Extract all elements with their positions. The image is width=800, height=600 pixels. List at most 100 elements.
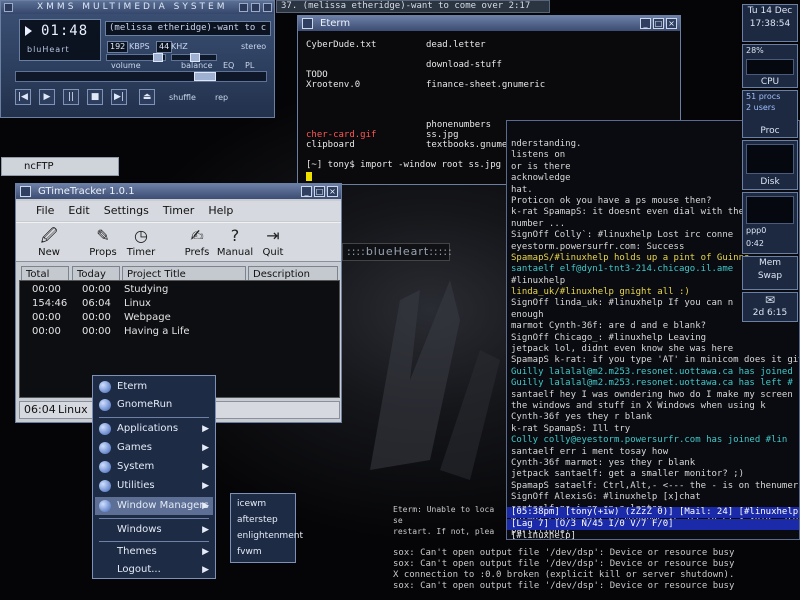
menu-item-system[interactable]: System ▶ bbox=[95, 458, 213, 476]
eterm-title: Eterm bbox=[320, 18, 351, 29]
menu-item-windows[interactable]: Windows ▶ bbox=[95, 521, 213, 539]
gtt-titlebar[interactable]: GTimeTracker 1.0.1 _ □ × bbox=[16, 184, 341, 199]
console-line: sox: Can't open output file '/dev/dsp': … bbox=[393, 581, 735, 591]
quit-button[interactable]: ⇥ Quit bbox=[250, 223, 296, 263]
balance-label: balance bbox=[181, 61, 213, 70]
root-menu[interactable]: Eterm GnomeRun Applications ▶ Games ▶ Syst… bbox=[92, 375, 216, 579]
minimize-button[interactable]: _ bbox=[301, 186, 312, 197]
window-menu-icon[interactable] bbox=[302, 18, 313, 29]
maximize-button[interactable]: □ bbox=[314, 186, 325, 197]
wm-item-icewm[interactable]: icewm bbox=[237, 497, 266, 511]
menu-help[interactable]: Help bbox=[208, 201, 233, 221]
menu-file[interactable]: File bbox=[36, 201, 54, 221]
volume-slider[interactable] bbox=[106, 53, 166, 62]
project-total: 154:46 bbox=[32, 298, 68, 309]
playlist-toggle[interactable]: PL bbox=[245, 61, 254, 70]
menu-item-games[interactable]: Games ▶ bbox=[95, 439, 213, 457]
xmms-titlebar[interactable]: XMMS MULTIMEDIA SYSTEM bbox=[1, 1, 274, 14]
menu-item-gnomerun[interactable]: GnomeRun bbox=[95, 396, 213, 414]
menu-edit[interactable]: Edit bbox=[68, 201, 89, 221]
wm-item-fvwm[interactable]: fvwm bbox=[237, 545, 262, 559]
song-title[interactable]: (melissa etheridge)-want to c bbox=[105, 21, 271, 36]
shuffle-toggle[interactable]: shuffle bbox=[169, 93, 196, 102]
timer-button[interactable]: ◷ Timer bbox=[118, 223, 164, 263]
submenu-arrow-icon: ▶ bbox=[202, 424, 209, 434]
menu-separator bbox=[99, 518, 209, 519]
project-total: 00:00 bbox=[32, 326, 61, 337]
close-button[interactable]: × bbox=[666, 18, 677, 29]
xmms-player[interactable]: XMMS MULTIMEDIA SYSTEM 01:48 bluHeart (m… bbox=[0, 0, 275, 118]
menu-item-window-managers[interactable]: Window Managers ▶ bbox=[95, 497, 213, 515]
window-managers-submenu[interactable]: icewm afterstep enlightenment fvwm bbox=[230, 493, 303, 563]
clock-applet[interactable]: Tu 14 Dec 17:38:54 bbox=[742, 4, 798, 42]
close-button[interactable] bbox=[263, 3, 272, 12]
xmms-menu-button[interactable] bbox=[4, 3, 13, 12]
repeat-toggle[interactable]: rep bbox=[215, 93, 228, 102]
project-row[interactable]: 00:00 00:00 Webpage bbox=[20, 311, 341, 325]
timer-icon: ◷ bbox=[134, 226, 148, 245]
menu-item-utilities[interactable]: Utilities ▶ bbox=[95, 477, 213, 495]
stop-icon[interactable]: ■ bbox=[87, 89, 103, 105]
previous-icon[interactable]: |◀ bbox=[15, 89, 31, 105]
irc-line: the windows and stuff in X Windows when … bbox=[511, 400, 766, 411]
new-button[interactable]: 🖉 New bbox=[26, 223, 72, 263]
play-icon[interactable]: ▶ bbox=[39, 89, 55, 105]
minimize-button[interactable]: _ bbox=[640, 18, 651, 29]
eject-icon[interactable]: ⏏ bbox=[139, 89, 155, 105]
props-icon: ✎ bbox=[96, 226, 110, 245]
mem-applet[interactable]: Mem Swap bbox=[742, 256, 798, 290]
quit-icon: ⇥ bbox=[266, 226, 280, 245]
cpu-label: CPU bbox=[760, 77, 780, 87]
shade-button[interactable] bbox=[251, 3, 260, 12]
proc-applet[interactable]: 51 procs 2 users Proc bbox=[742, 90, 798, 138]
balance-slider[interactable] bbox=[171, 53, 217, 62]
wm-item-enlightenment[interactable]: enlightenment bbox=[237, 529, 303, 543]
file-entry bbox=[306, 90, 426, 100]
gtt-title: GTimeTracker 1.0.1 bbox=[38, 186, 135, 197]
cpu-applet[interactable]: 28% CPU bbox=[742, 44, 798, 88]
xmms-logo: bluHeart bbox=[27, 45, 70, 54]
menu-item-logout[interactable]: Logout... ▶ bbox=[95, 561, 213, 579]
ncftp-window[interactable]: ncFTP bbox=[1, 157, 119, 176]
khz-value: 44 bbox=[156, 41, 173, 53]
menu-timer[interactable]: Timer bbox=[163, 201, 194, 221]
seek-bar[interactable] bbox=[15, 71, 267, 82]
menu-settings[interactable]: Settings bbox=[104, 201, 149, 221]
seek-knob[interactable] bbox=[194, 72, 216, 81]
file-entry: clipboard bbox=[306, 140, 355, 150]
ppp-applet[interactable]: ppp0 0:42 bbox=[742, 192, 798, 254]
pause-icon[interactable]: || bbox=[63, 89, 79, 105]
file-entry bbox=[306, 100, 426, 110]
games-icon bbox=[99, 442, 111, 454]
next-icon[interactable]: ▶| bbox=[111, 89, 127, 105]
shell-prompt[interactable]: [~] tony$ import -window root ss.jpg bbox=[306, 160, 501, 170]
volume-knob[interactable] bbox=[153, 53, 163, 62]
project-row[interactable]: 00:00 00:00 Having a Life bbox=[20, 325, 341, 339]
wm-item-afterstep[interactable]: afterstep bbox=[237, 513, 278, 527]
eterm-titlebar[interactable]: Eterm _ □ × bbox=[298, 16, 680, 31]
menu-item-eterm[interactable]: Eterm bbox=[95, 378, 213, 396]
irc-line: Colly colly@eyestorm.powersurfr.com has … bbox=[511, 435, 788, 446]
eq-toggle[interactable]: EQ bbox=[223, 61, 234, 70]
irc-lag-bar: [Lag 7] [O/3 N/45 I/0 V/7 F/0] bbox=[507, 519, 799, 530]
submenu-arrow-icon: ▶ bbox=[202, 462, 209, 472]
utilities-icon bbox=[99, 480, 111, 492]
disk-applet[interactable]: Disk bbox=[742, 140, 798, 190]
project-title: Studying bbox=[124, 284, 169, 295]
desktop[interactable]: ::::blueHeart::::: XMMS MULTIMEDIA SYSTE… bbox=[0, 0, 800, 600]
irc-input-line[interactable]: [#linuxhelp] _ bbox=[511, 531, 587, 539]
gtt-menubar: File Edit Settings Timer Help bbox=[16, 201, 341, 221]
minimize-button[interactable] bbox=[239, 3, 248, 12]
dock-applets[interactable]: Tu 14 Dec 17:38:54 28% CPU 51 procs 2 us… bbox=[742, 4, 800, 324]
close-button[interactable]: × bbox=[327, 186, 338, 197]
window-menu-icon[interactable] bbox=[20, 186, 31, 197]
ppp-time: 0:42 bbox=[746, 239, 764, 248]
menu-item-themes[interactable]: Themes ▶ bbox=[95, 543, 213, 561]
error-line: se bbox=[393, 516, 403, 525]
project-row[interactable]: 154:46 06:04 Linux bbox=[20, 297, 341, 311]
menu-item-applications[interactable]: Applications ▶ bbox=[95, 420, 213, 438]
project-row[interactable]: 00:00 00:00 Studying bbox=[20, 283, 341, 297]
maximize-button[interactable]: □ bbox=[653, 18, 664, 29]
mail-applet[interactable]: ✉ 2d 6:15 bbox=[742, 292, 798, 322]
irc-line: SignOff Chicago_: #linuxhelp Leaving bbox=[511, 332, 707, 343]
